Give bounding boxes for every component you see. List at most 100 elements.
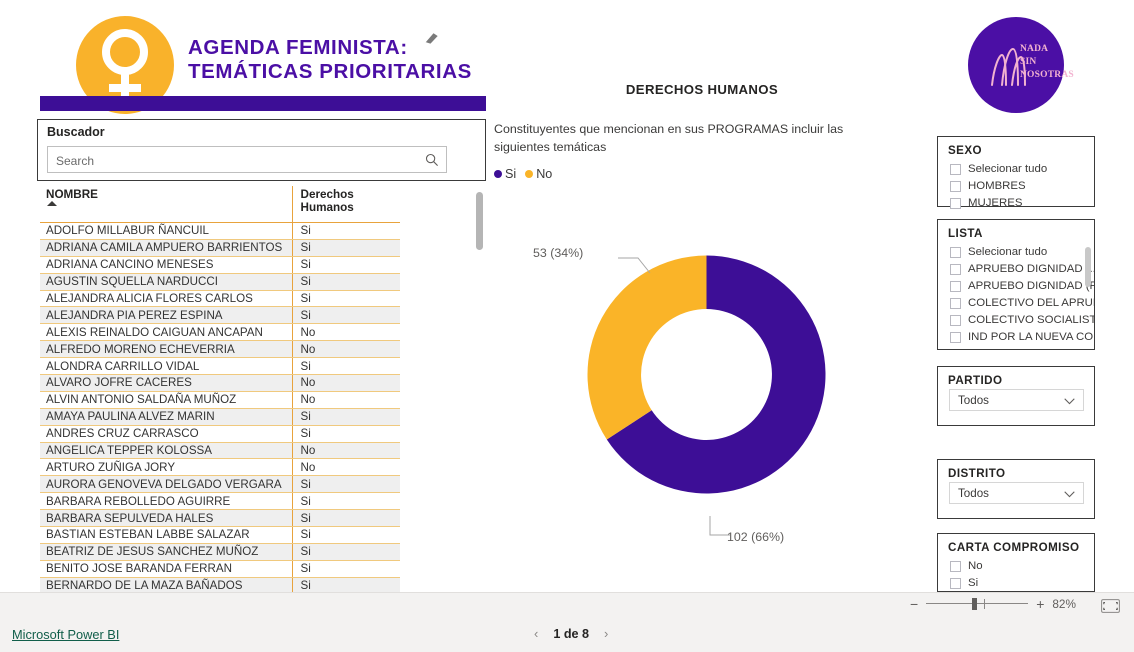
search-icon[interactable] — [425, 153, 439, 167]
checkbox-icon[interactable] — [950, 263, 961, 275]
next-page-button[interactable]: › — [604, 626, 608, 641]
table-row[interactable]: ALVARO JOFRE CACERES No — [40, 374, 400, 392]
zoom-in-button[interactable]: + — [1036, 597, 1044, 611]
table-header-row: NOMBRE Derechos Humanos — [40, 186, 400, 223]
cell-derechos-humanos: Si — [291, 306, 400, 325]
cell-derechos-humanos: Si — [291, 290, 400, 308]
table-row[interactable]: ANDRES CRUZ CARRASCO Si — [40, 425, 400, 443]
checkbox-icon[interactable] — [950, 280, 961, 292]
checkbox-icon[interactable] — [950, 560, 961, 572]
legend-label-si: Si — [505, 167, 517, 181]
search-input[interactable] — [56, 151, 411, 170]
table-row[interactable]: ALEXIS REINALDO CAIGUAN ANCAPAN No — [40, 323, 400, 342]
fit-to-page-icon[interactable] — [1101, 599, 1120, 613]
table-row[interactable]: AURORA GENOVEVA DELGADO VERGARA Si — [40, 475, 400, 494]
filter-option-label: MUJERES — [968, 197, 1023, 209]
cell-derechos-humanos: Si — [291, 560, 400, 578]
cell-nombre: BARBARA SEPULVEDA HALES — [40, 509, 292, 528]
filter-option-label: Selecionar tudo — [968, 246, 1048, 258]
constituents-table[interactable]: NOMBRE Derechos Humanos ADOLFO MILLABUR … — [40, 186, 464, 612]
zoom-out-button[interactable]: − — [910, 597, 918, 611]
checkbox-icon[interactable] — [950, 348, 961, 349]
checkbox-icon[interactable] — [950, 163, 961, 175]
table-row[interactable]: BEATRIZ DE JESUS SANCHEZ MUÑOZ Si — [40, 543, 400, 561]
checkbox-icon[interactable] — [950, 297, 961, 309]
chevron-down-icon[interactable] — [1064, 491, 1075, 498]
table-row[interactable]: BASTIAN ESTEBAN LABBE SALAZAR Si — [40, 526, 400, 544]
filter-option-carta-1[interactable]: Si — [950, 577, 978, 589]
filter-option-label: Selecionar tudo — [968, 163, 1048, 175]
powerbi-link[interactable]: Microsoft Power BI — [12, 627, 119, 642]
table-row[interactable]: BARBARA REBOLLEDO AGUIRRE Si — [40, 492, 400, 511]
cell-nombre: AMAYA PAULINA ALVEZ MARIN — [40, 408, 292, 426]
filter-option-sexo-0[interactable]: Selecionar tudo — [950, 163, 1047, 175]
filter-option-carta-0[interactable]: No — [950, 560, 983, 572]
table-row[interactable]: ALEJANDRA ALICIA FLORES CARLOS Si — [40, 290, 400, 308]
table-row[interactable]: BARBARA SEPULVEDA HALES Si — [40, 509, 400, 528]
donut-chart[interactable] — [585, 253, 828, 496]
donut-chart-svg[interactable] — [585, 253, 828, 496]
legend-item-si[interactable]: Si — [494, 167, 516, 181]
column-header-nombre-label: NOMBRE — [46, 188, 98, 201]
cell-nombre: ALFREDO MORENO ECHEVERRIA — [40, 340, 292, 359]
chevron-down-icon[interactable] — [1064, 398, 1075, 405]
table-row[interactable]: BENITO JOSE BARANDA FERRAN Si — [40, 560, 400, 578]
filter-option-lista-2[interactable]: APRUEBO DIGNIDAD (F... — [950, 280, 1094, 292]
table-row[interactable]: ANGELICA TEPPER KOLOSSA No — [40, 442, 400, 460]
lista-scrollbar-thumb[interactable] — [1085, 247, 1091, 287]
clear-filter-eraser-icon[interactable] — [423, 29, 441, 47]
column-header-derechos-humanos[interactable]: Derechos Humanos — [291, 186, 400, 223]
filter-panel-sexo: SEXO Selecionar tudo HOMBRES MUJERES — [937, 136, 1095, 209]
table-row[interactable]: ALFREDO MORENO ECHEVERRIA No — [40, 340, 400, 359]
zoom-slider[interactable] — [926, 597, 1029, 611]
table-vertical-scrollbar[interactable] — [476, 189, 483, 589]
filter-option-lista-1[interactable]: APRUEBO DIGNIDAD (... — [950, 263, 1094, 275]
table-row[interactable]: ADRIANA CANCINO MENESES Si — [40, 256, 400, 274]
cell-derechos-humanos: Si — [291, 526, 400, 544]
organization-badge: NADA SIN NOSOTRAS — [968, 17, 1074, 113]
filter-option-sexo-1[interactable]: HOMBRES — [950, 180, 1026, 192]
cell-derechos-humanos: Si — [291, 256, 400, 274]
filter-option-lista-4[interactable]: COLECTIVO SOCIALISTA — [950, 314, 1094, 326]
table-scrollbar-thumb[interactable] — [476, 192, 483, 250]
donut-slice-no[interactable] — [587, 255, 707, 440]
checkbox-icon[interactable] — [950, 197, 961, 209]
checkbox-icon[interactable] — [950, 577, 961, 589]
table-row[interactable]: AGUSTIN SQUELLA NARDUCCI Si — [40, 273, 400, 291]
table-row[interactable]: ALONDRA CARRILLO VIDAL Si — [40, 357, 400, 376]
table-row[interactable]: ADOLFO MILLABUR ÑANCUIL Si — [40, 222, 400, 240]
cell-nombre: BENITO JOSE BARANDA FERRAN — [40, 560, 292, 578]
filter-option-lista-0[interactable]: Selecionar tudo — [950, 246, 1047, 258]
table-row[interactable]: ADRIANA CAMILA AMPUERO BARRIENTOS Si — [40, 239, 400, 257]
partido-dropdown[interactable]: Todos — [949, 389, 1084, 411]
table-row[interactable]: ALVIN ANTONIO SALDAÑA MUÑOZ No — [40, 391, 400, 409]
checkbox-icon[interactable] — [950, 331, 961, 343]
table-row[interactable]: AMAYA PAULINA ALVEZ MARIN Si — [40, 408, 400, 426]
column-header-nombre[interactable]: NOMBRE — [40, 186, 292, 223]
previous-page-button[interactable]: ‹ — [534, 626, 538, 641]
checkbox-icon[interactable] — [950, 314, 961, 326]
filter-option-lista-6[interactable]: INDEPENDIENTES — [950, 348, 1068, 349]
cell-nombre: ARTURO ZUÑIGA JORY — [40, 458, 292, 477]
cell-derechos-humanos: No — [291, 458, 400, 477]
filter-option-lista-3[interactable]: COLECTIVO DEL APRUE... — [950, 297, 1094, 309]
cell-nombre: ADOLFO MILLABUR ÑANCUIL — [40, 222, 292, 240]
cell-derechos-humanos: Si — [291, 543, 400, 561]
filter-panel-partido: PARTIDO Todos — [937, 366, 1095, 426]
filter-option-sexo-2[interactable]: MUJERES — [950, 197, 1022, 209]
filter-option-lista-5[interactable]: IND POR LA NUEVA CO... — [950, 331, 1094, 343]
filter-title-partido: PARTIDO — [948, 374, 1003, 387]
zoom-slider-thumb[interactable] — [972, 598, 978, 610]
chart-title: DERECHOS HUMANOS — [625, 82, 779, 97]
table-row[interactable]: ARTURO ZUÑIGA JORY No — [40, 458, 400, 477]
search-box[interactable] — [47, 146, 447, 173]
legend-item-no[interactable]: No — [525, 167, 552, 181]
distrito-dropdown[interactable]: Todos — [949, 482, 1084, 504]
checkbox-icon[interactable] — [950, 246, 961, 258]
cell-derechos-humanos: No — [291, 391, 400, 409]
page-navigation[interactable]: ‹ 1 de 8 › — [534, 626, 608, 641]
lista-vertical-scrollbar[interactable] — [1085, 247, 1091, 343]
zoom-control[interactable]: − + 82% — [910, 597, 1076, 611]
checkbox-icon[interactable] — [950, 180, 961, 192]
table-row[interactable]: ALEJANDRA PIA PEREZ ESPINA Si — [40, 306, 400, 325]
